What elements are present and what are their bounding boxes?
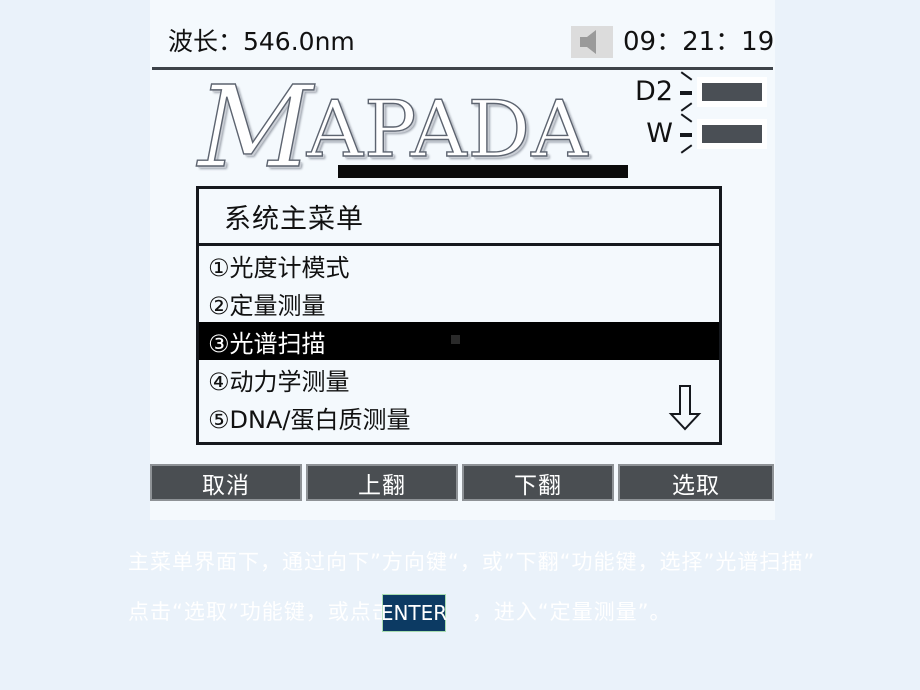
lamp-label-d2: D2 [635, 76, 673, 107]
speaker-muted-icon[interactable] [571, 26, 613, 58]
lamp-on-icon [679, 71, 695, 112]
lamp-label-w: W [646, 118, 673, 149]
select-button[interactable]: 选取 [618, 464, 774, 501]
menu-list: ①光度计模式 ②定量测量 ③光谱扫描 ④动力学测量 ⑤DNA/蛋白质测量 [199, 246, 719, 436]
menu-item-label: ⑤DNA/蛋白质测量 [208, 405, 411, 434]
instruction-caption: 主菜单界面下，通过向下”方向键“，或”下翻“功能键，选择”光谱扫描” 点击“选取… [128, 546, 828, 656]
menu-item-quantitative-measurement[interactable]: ②定量测量 [199, 284, 719, 322]
arrow-down-icon[interactable] [668, 385, 702, 431]
brand-underbar [338, 165, 628, 178]
lamp-bar-d2 [697, 77, 767, 107]
selection-artifact [451, 335, 460, 344]
status-bar: 波长：546.0nm 09：21：19 [150, 22, 775, 66]
menu-title-bar: 系统主菜单 [199, 189, 719, 246]
page-down-button[interactable]: 下翻 [462, 464, 614, 501]
lamp-indicators: D2 W [627, 71, 767, 154]
lamp-on-icon [679, 113, 695, 154]
menu-item-label: ①光度计模式 [208, 253, 350, 282]
lamp-row-d2: D2 [627, 71, 767, 112]
cancel-button[interactable]: 取消 [150, 464, 302, 501]
caption-line-1: 主菜单界面下，通过向下”方向键“，或”下翻“功能键，选择”光谱扫描” [128, 550, 816, 574]
caption-line-2-before: 点击“选取”功能键，或点击 [128, 600, 394, 624]
menu-item-dna-protein-measurement[interactable]: ⑤DNA/蛋白质测量 [199, 398, 719, 436]
caption-line-2: 点击“选取”功能键，或点击 ，进入“定量测量”。 [128, 596, 828, 628]
lamp-bar-w [697, 119, 767, 149]
menu-item-spectrum-scan[interactable]: ③光谱扫描 [199, 322, 719, 360]
lamp-row-w: W [627, 113, 767, 154]
brand-letter-m: M [197, 63, 313, 193]
clock-readout: 09：21：19 [623, 27, 775, 57]
enter-key-badge[interactable]: ENTER [381, 594, 447, 632]
menu-item-label: ②定量测量 [208, 291, 326, 320]
brand-logo: MAPADA [197, 70, 628, 185]
function-button-bar: 取消 上翻 下翻 选取 [150, 464, 775, 504]
menu-item-label: ④动力学测量 [208, 367, 350, 396]
menu-item-label: ③光谱扫描 [208, 329, 326, 358]
brand-letters-rest: APADA [306, 84, 589, 175]
spectrophotometer-screen: 波长：546.0nm 09：21：19 MAPADA D2 W 系统主菜单 ①光… [150, 0, 775, 520]
wavelength-readout: 波长：546.0nm [168, 27, 355, 56]
main-menu-box: 系统主菜单 ①光度计模式 ②定量测量 ③光谱扫描 ④动力学测量 ⑤DNA/蛋白质… [196, 186, 722, 445]
brand-wordmark: MAPADA [197, 70, 628, 184]
page-title: 系统主菜单 [224, 203, 364, 235]
menu-item-photometer-mode[interactable]: ①光度计模式 [199, 246, 719, 284]
menu-item-kinetics-measurement[interactable]: ④动力学测量 [199, 360, 719, 398]
page-up-button[interactable]: 上翻 [306, 464, 458, 501]
caption-line-2-after: ，进入“定量测量”。 [471, 600, 672, 624]
